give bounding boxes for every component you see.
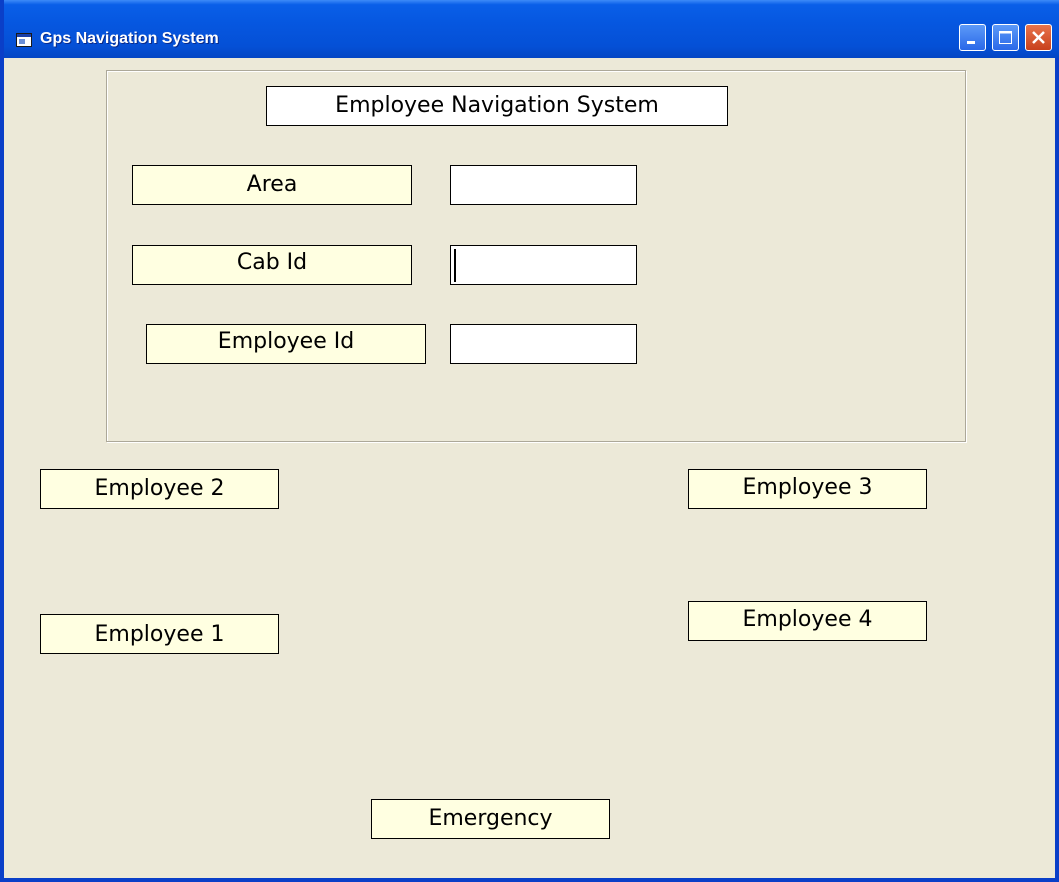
maximize-icon xyxy=(999,31,1012,44)
text-caret xyxy=(454,249,456,282)
close-icon xyxy=(1032,31,1045,44)
cab-id-input[interactable] xyxy=(450,245,637,285)
minimize-button[interactable] xyxy=(959,24,986,51)
employee-2-label[interactable]: Employee 2 xyxy=(40,469,279,509)
emergency-label[interactable]: Emergency xyxy=(371,799,610,839)
employee-1-label[interactable]: Employee 1 xyxy=(40,614,279,654)
employee-id-label: Employee Id xyxy=(146,324,426,364)
cab-id-label: Cab Id xyxy=(132,245,412,285)
area-input[interactable] xyxy=(450,165,637,205)
app-window-icon xyxy=(16,33,32,47)
main-window: Gps Navigation System Employee Navigatio… xyxy=(0,0,1059,882)
minimize-icon xyxy=(967,41,975,44)
employee-id-input[interactable] xyxy=(450,324,637,364)
area-label: Area xyxy=(132,165,412,205)
title-bar[interactable]: Gps Navigation System xyxy=(4,0,1059,58)
employee-4-label[interactable]: Employee 4 xyxy=(688,601,927,641)
form-heading: Employee Navigation System xyxy=(266,86,728,126)
close-button[interactable] xyxy=(1025,24,1052,51)
employee-3-label[interactable]: Employee 3 xyxy=(688,469,927,509)
maximize-button[interactable] xyxy=(992,24,1019,51)
window-title: Gps Navigation System xyxy=(40,30,219,47)
